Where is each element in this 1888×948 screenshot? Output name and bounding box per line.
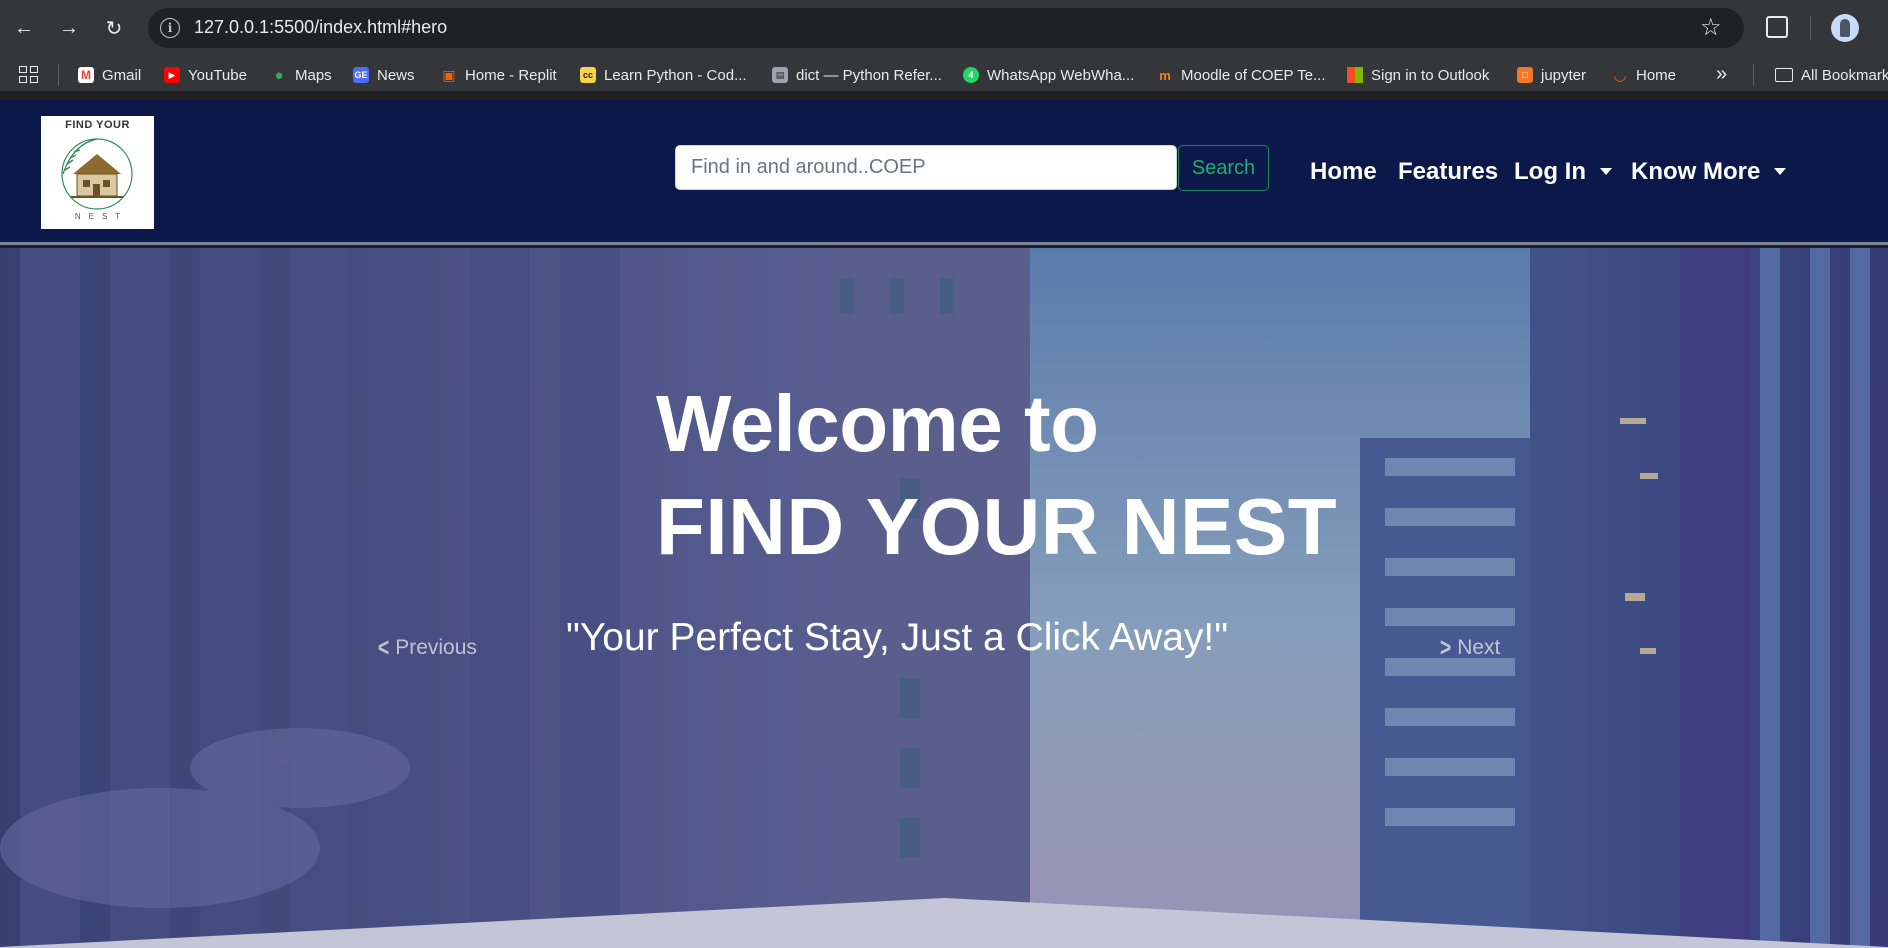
bookmark-youtube[interactable]: ▶ YouTube [164,64,247,86]
bookmark-star-icon[interactable]: ☆ [1700,13,1722,42]
youtube-icon: ▶ [164,67,180,83]
bookmark-label: Gmail [102,66,142,84]
bookmark-label: News [377,66,415,84]
toolbar-divider [1810,16,1811,40]
bookmark-jupyter[interactable]: □ jupyter [1517,64,1586,86]
back-icon[interactable]: ← [10,14,38,42]
all-bookmarks-folder[interactable]: All Bookmarks [1775,64,1888,86]
bookmark-label: WhatsApp WebWha... [987,66,1135,84]
home-loader-icon: ◡ [1614,67,1626,84]
bookmark-label: Moodle of COEP Te... [1181,66,1326,84]
nav-login-dropdown[interactable]: Log In [1514,158,1612,186]
folder-icon [1775,68,1793,82]
nav-know-more-dropdown[interactable]: Know More [1631,158,1787,186]
hero-overlay [0,248,1888,948]
bookmark-gmail[interactable]: M Gmail [78,64,141,86]
carousel-next-label: Next [1457,635,1501,659]
profile-avatar[interactable] [1831,14,1859,42]
address-url[interactable]: 127.0.0.1:5500/index.html#hero [194,17,447,38]
bookmark-label: dict — Python Refer... [796,66,942,84]
apps-grid-icon[interactable] [19,66,39,84]
caret-down-icon [1599,167,1612,175]
replit-icon: ▣ [442,66,456,83]
bookmark-label: Maps [295,66,332,84]
bookmark-label: YouTube [188,66,247,84]
bookmark-label: Home [1636,66,1677,84]
logo-title: FIND YOUR [65,119,130,131]
hero-brand-heading: FIND YOUR NEST [656,482,1338,571]
bookmark-python-reference[interactable]: ▤ dict — Python Refer... [772,64,942,86]
all-bookmarks-label: All Bookmarks [1801,66,1888,84]
site-logo[interactable]: FIND YOUR NEST [41,116,154,229]
bookmark-whatsapp[interactable]: 4 WhatsApp WebWha... [963,64,1134,86]
site-search-button[interactable]: Search [1178,145,1269,191]
bookmarks-divider [1753,64,1754,86]
microsoft-icon [1347,67,1363,83]
bookmark-maps[interactable]: ● Maps [271,64,332,86]
bookmark-learn-python[interactable]: cc Learn Python - Cod... [580,64,747,86]
hero-carousel: Welcome to FIND YOUR NEST "Your Perfect … [0,248,1888,948]
logo-subtitle: NEST [74,212,129,221]
reload-icon[interactable]: ↻ [100,14,128,42]
chevron-right-icon: > [1439,632,1452,662]
python-reference-icon: ▤ [772,67,788,83]
maps-icon: ● [274,66,284,84]
carousel-previous-label: Previous [395,635,477,659]
chevron-left-icon: < [377,632,390,662]
nav-features[interactable]: Features [1398,158,1498,186]
extensions-icon[interactable] [1766,16,1788,38]
bookmark-label: Sign in to Outlook [1371,66,1490,84]
moodle-icon: m [1159,67,1171,83]
hero-tagline: "Your Perfect Stay, Just a Click Away!" [566,616,1229,659]
bookmarks-divider [58,64,59,86]
hero-welcome-heading: Welcome to [656,379,1099,468]
carousel-next-button[interactable]: > Next [1438,632,1500,663]
forward-icon[interactable]: → [55,14,83,42]
caret-down-icon [1774,167,1787,175]
bookmark-home[interactable]: ◡ Home [1612,64,1676,86]
site-search-input[interactable] [675,145,1177,190]
bookmark-label: Learn Python - Cod... [604,66,747,84]
bookmark-news[interactable]: GE News [353,64,415,86]
carousel-previous-button[interactable]: < Previous [376,632,477,663]
more-bookmarks-icon[interactable]: » [1716,63,1727,86]
bookmark-label: Home - Replit [465,66,557,84]
news-icon: GE [353,67,369,83]
nav-home[interactable]: Home [1310,158,1377,186]
gmail-icon: M [78,67,94,83]
bookmark-label: jupyter [1541,66,1587,84]
jupyter-icon: □ [1517,67,1533,83]
bookmark-replit[interactable]: ▣ Home - Replit [441,64,557,86]
nav-login-label: Log In [1514,158,1586,185]
bookmark-moodle[interactable]: m Moodle of COEP Te... [1157,64,1326,86]
bookmark-outlook[interactable]: Sign in to Outlook [1347,64,1489,86]
house-logo-icon [61,138,133,210]
codecademy-icon: cc [580,67,596,83]
site-info-icon[interactable]: i [160,18,180,38]
nav-know-more-label: Know More [1631,158,1761,185]
whatsapp-icon: 4 [963,67,979,83]
